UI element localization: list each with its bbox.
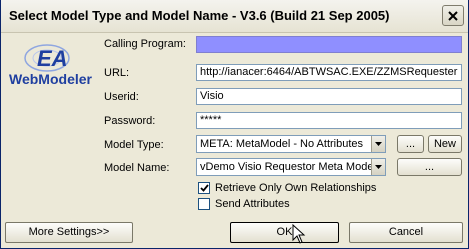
password-label: Password:: [104, 115, 156, 127]
more-settings-button[interactable]: More Settings>>: [5, 222, 133, 243]
userid-label: Userid:: [104, 91, 139, 103]
dialog-content: EA WebModeler Calling Program: URL: http…: [1, 34, 468, 248]
window-title: Select Model Type and Model Name - V3.6 …: [9, 8, 390, 23]
checkbox-box[interactable]: [198, 198, 210, 210]
browse-model-type-button[interactable]: ...: [397, 135, 424, 153]
calling-program-field: [196, 36, 462, 53]
close-button[interactable]: [442, 5, 464, 26]
cancel-button[interactable]: Cancel: [349, 222, 463, 243]
calling-program-label: Calling Program:: [104, 38, 186, 50]
retrieve-own-relationships-checkbox[interactable]: Retrieve Only Own Relationships: [198, 182, 376, 194]
model-type-select[interactable]: META: MetaModel - No Attributes: [196, 135, 386, 153]
checkbox-box[interactable]: [198, 182, 210, 194]
url-input[interactable]: http://ianacer:6464/ABTWSAC.EXE/ZZMSRequ…: [196, 64, 462, 81]
logo-graphic: EA WebModeler: [9, 44, 93, 87]
model-type-label: Model Type:: [104, 139, 164, 151]
ea-webmodeler-logo: EA WebModeler: [7, 40, 97, 88]
userid-input[interactable]: Visio: [196, 88, 462, 105]
logo-text-bottom: WebModeler: [9, 71, 93, 87]
url-label: URL:: [104, 67, 130, 79]
check-icon: [199, 184, 209, 192]
send-attributes-label: Send Attributes: [215, 198, 290, 210]
chevron-down-icon[interactable]: [371, 159, 385, 175]
model-type-value: META: MetaModel - No Attributes: [200, 138, 364, 150]
dialog-window: Select Model Type and Model Name - V3.6 …: [0, 0, 469, 249]
password-input[interactable]: *****: [196, 112, 462, 129]
model-name-select[interactable]: vDemo Visio Requestor Meta Model: [196, 158, 386, 176]
close-icon: [448, 10, 458, 21]
logo-text-top: EA: [37, 46, 68, 71]
browse-model-name-button[interactable]: ...: [397, 158, 462, 176]
model-name-value: vDemo Visio Requestor Meta Model: [200, 161, 376, 173]
chevron-down-icon[interactable]: [371, 136, 385, 152]
title-bar[interactable]: Select Model Type and Model Name - V3.6 …: [1, 0, 468, 33]
retrieve-own-relationships-label: Retrieve Only Own Relationships: [215, 182, 377, 194]
send-attributes-checkbox[interactable]: Send Attributes: [198, 198, 290, 210]
new-model-button[interactable]: New: [428, 135, 462, 153]
mouse-cursor-icon: [292, 224, 306, 244]
model-name-label: Model Name:: [104, 162, 170, 174]
ok-button[interactable]: OK: [230, 222, 339, 243]
